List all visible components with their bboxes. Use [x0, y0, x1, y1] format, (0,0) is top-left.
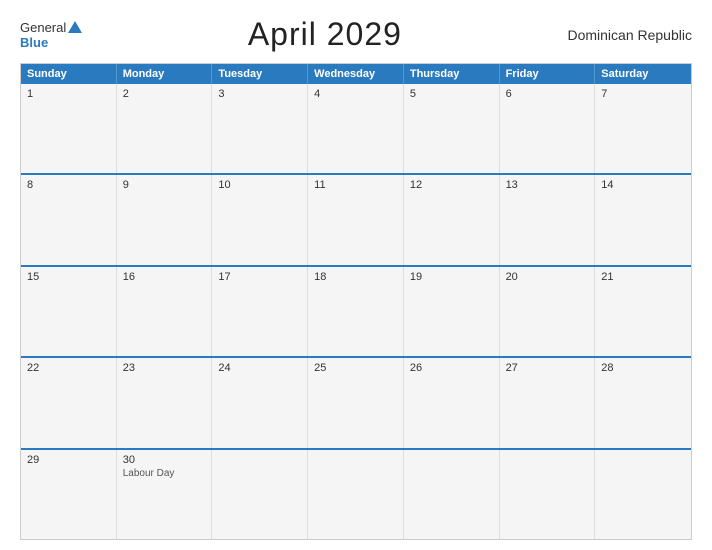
day-cell — [212, 450, 308, 539]
day-cell: 30 Labour Day — [117, 450, 213, 539]
day-cell: 5 — [404, 84, 500, 173]
day-cell: 7 — [595, 84, 691, 173]
day-number: 5 — [410, 88, 493, 100]
page: General Blue April 2029 Dominican Republ… — [0, 0, 712, 550]
day-number: 22 — [27, 362, 110, 374]
day-cell: 28 — [595, 358, 691, 447]
day-number: 4 — [314, 88, 397, 100]
day-cell: 14 — [595, 175, 691, 264]
week-row-4: 22 23 24 25 26 27 28 — [21, 356, 691, 447]
day-number: 24 — [218, 362, 301, 374]
day-cell: 11 — [308, 175, 404, 264]
day-cell: 6 — [500, 84, 596, 173]
logo-blue: Blue — [20, 36, 48, 49]
day-number: 2 — [123, 88, 206, 100]
week-row-5: 29 30 Labour Day — [21, 448, 691, 539]
day-number: 29 — [27, 454, 110, 466]
day-number: 21 — [601, 271, 685, 283]
day-number: 23 — [123, 362, 206, 374]
header-saturday: Saturday — [595, 64, 691, 84]
day-number: 7 — [601, 88, 685, 100]
header-wednesday: Wednesday — [308, 64, 404, 84]
day-cell — [404, 450, 500, 539]
header-sunday: Sunday — [21, 64, 117, 84]
day-number: 25 — [314, 362, 397, 374]
calendar-title: April 2029 — [248, 16, 402, 53]
day-number: 10 — [218, 179, 301, 191]
country-label: Dominican Republic — [567, 27, 692, 43]
day-number: 6 — [506, 88, 589, 100]
day-number: 1 — [27, 88, 110, 100]
day-cell: 3 — [212, 84, 308, 173]
day-cell: 21 — [595, 267, 691, 356]
day-cell: 15 — [21, 267, 117, 356]
day-cell: 4 — [308, 84, 404, 173]
day-number: 20 — [506, 271, 589, 283]
day-cell: 13 — [500, 175, 596, 264]
day-number: 14 — [601, 179, 685, 191]
day-cell — [500, 450, 596, 539]
logo: General Blue — [20, 20, 82, 49]
day-cell: 18 — [308, 267, 404, 356]
logo-general: General — [20, 20, 82, 36]
day-cell: 20 — [500, 267, 596, 356]
day-number: 17 — [218, 271, 301, 283]
day-number: 26 — [410, 362, 493, 374]
day-cell: 2 — [117, 84, 213, 173]
day-number: 28 — [601, 362, 685, 374]
day-cell: 17 — [212, 267, 308, 356]
day-cell: 1 — [21, 84, 117, 173]
day-cell: 16 — [117, 267, 213, 356]
day-cell — [595, 450, 691, 539]
day-number: 18 — [314, 271, 397, 283]
event-label: Labour Day — [123, 468, 206, 479]
logo-triangle-icon — [68, 21, 82, 33]
calendar: Sunday Monday Tuesday Wednesday Thursday… — [20, 63, 692, 540]
day-number: 8 — [27, 179, 110, 191]
day-cell: 25 — [308, 358, 404, 447]
day-cell: 22 — [21, 358, 117, 447]
day-number: 13 — [506, 179, 589, 191]
week-row-3: 15 16 17 18 19 20 21 — [21, 265, 691, 356]
day-cell: 19 — [404, 267, 500, 356]
day-number: 11 — [314, 179, 397, 191]
day-cell: 10 — [212, 175, 308, 264]
day-cell: 27 — [500, 358, 596, 447]
day-cell — [308, 450, 404, 539]
header: General Blue April 2029 Dominican Republ… — [20, 16, 692, 53]
day-number: 30 — [123, 454, 206, 466]
day-cell: 24 — [212, 358, 308, 447]
day-cell: 8 — [21, 175, 117, 264]
day-number: 9 — [123, 179, 206, 191]
day-number: 15 — [27, 271, 110, 283]
week-row-1: 1234567 — [21, 84, 691, 173]
header-thursday: Thursday — [404, 64, 500, 84]
week-row-2: 8 9 10 11 12 13 14 — [21, 173, 691, 264]
day-number: 27 — [506, 362, 589, 374]
header-monday: Monday — [117, 64, 213, 84]
day-number: 16 — [123, 271, 206, 283]
calendar-header: Sunday Monday Tuesday Wednesday Thursday… — [21, 64, 691, 84]
day-cell: 29 — [21, 450, 117, 539]
day-number: 3 — [218, 88, 301, 100]
day-cell: 26 — [404, 358, 500, 447]
day-number: 12 — [410, 179, 493, 191]
day-cell: 9 — [117, 175, 213, 264]
day-number: 19 — [410, 271, 493, 283]
calendar-body: 1234567891011121314151617181920212223242… — [21, 84, 691, 539]
header-friday: Friday — [500, 64, 596, 84]
day-cell: 12 — [404, 175, 500, 264]
header-tuesday: Tuesday — [212, 64, 308, 84]
day-cell: 23 — [117, 358, 213, 447]
